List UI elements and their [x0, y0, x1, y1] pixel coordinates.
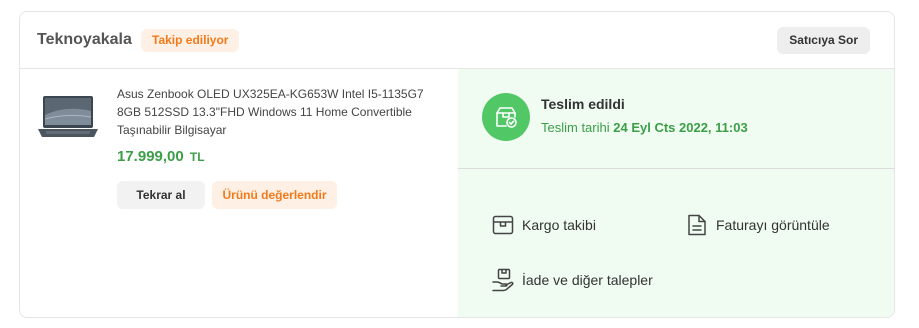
returns-requests-link[interactable]: İade ve diğer talepler: [491, 267, 653, 293]
product-title[interactable]: Asus Zenbook OLED UX325EA-KG653W Intel I…: [117, 85, 447, 139]
ask-seller-button[interactable]: Satıcıya Sor: [777, 27, 870, 54]
buy-again-button[interactable]: Tekrar al: [117, 181, 205, 209]
delivery-date-label: Teslim tarihi: [541, 120, 610, 135]
delivery-date: Teslim tarihi 24 Eyl Cts 2022, 11:03: [541, 120, 748, 135]
view-invoice-link[interactable]: Faturayı görüntüle: [685, 212, 830, 238]
product-price: 17.999,00 TL: [117, 148, 205, 165]
cargo-tracking-label: Kargo takibi: [522, 217, 596, 233]
cargo-tracking-link[interactable]: Kargo takibi: [491, 212, 596, 238]
seller-name[interactable]: Teknoyakala: [37, 31, 132, 49]
delivery-panel: Teslim edildi Teslim tarihi 24 Eyl Cts 2…: [458, 69, 894, 317]
product-panel: Asus Zenbook OLED UX325EA-KG653W Intel I…: [20, 69, 458, 317]
follow-status-badge[interactable]: Takip ediliyor: [141, 29, 240, 52]
price-value: 17.999,00: [117, 148, 184, 165]
order-card: Teknoyakala Takip ediliyor Satıcıya Sor …: [19, 11, 895, 318]
review-product-button[interactable]: Ürünü değerlendir: [212, 181, 337, 209]
invoice-document-icon: [688, 214, 706, 236]
delivery-date-value: 24 Eyl Cts 2022, 11:03: [613, 120, 748, 135]
laptop-image[interactable]: [36, 95, 100, 141]
returns-requests-label: İade ve diğer talepler: [522, 272, 653, 288]
price-currency: TL: [189, 150, 205, 164]
view-invoice-label: Faturayı görüntüle: [716, 217, 830, 233]
package-icon: [492, 215, 514, 235]
order-header: Teknoyakala Takip ediliyor Satıcıya Sor: [20, 12, 894, 69]
return-hand-box-icon: [492, 268, 514, 292]
delivery-status: Teslim edildi Teslim tarihi 24 Eyl Cts 2…: [458, 69, 894, 169]
delivery-status-title: Teslim edildi: [541, 96, 625, 112]
delivered-box-icon: [482, 93, 530, 141]
